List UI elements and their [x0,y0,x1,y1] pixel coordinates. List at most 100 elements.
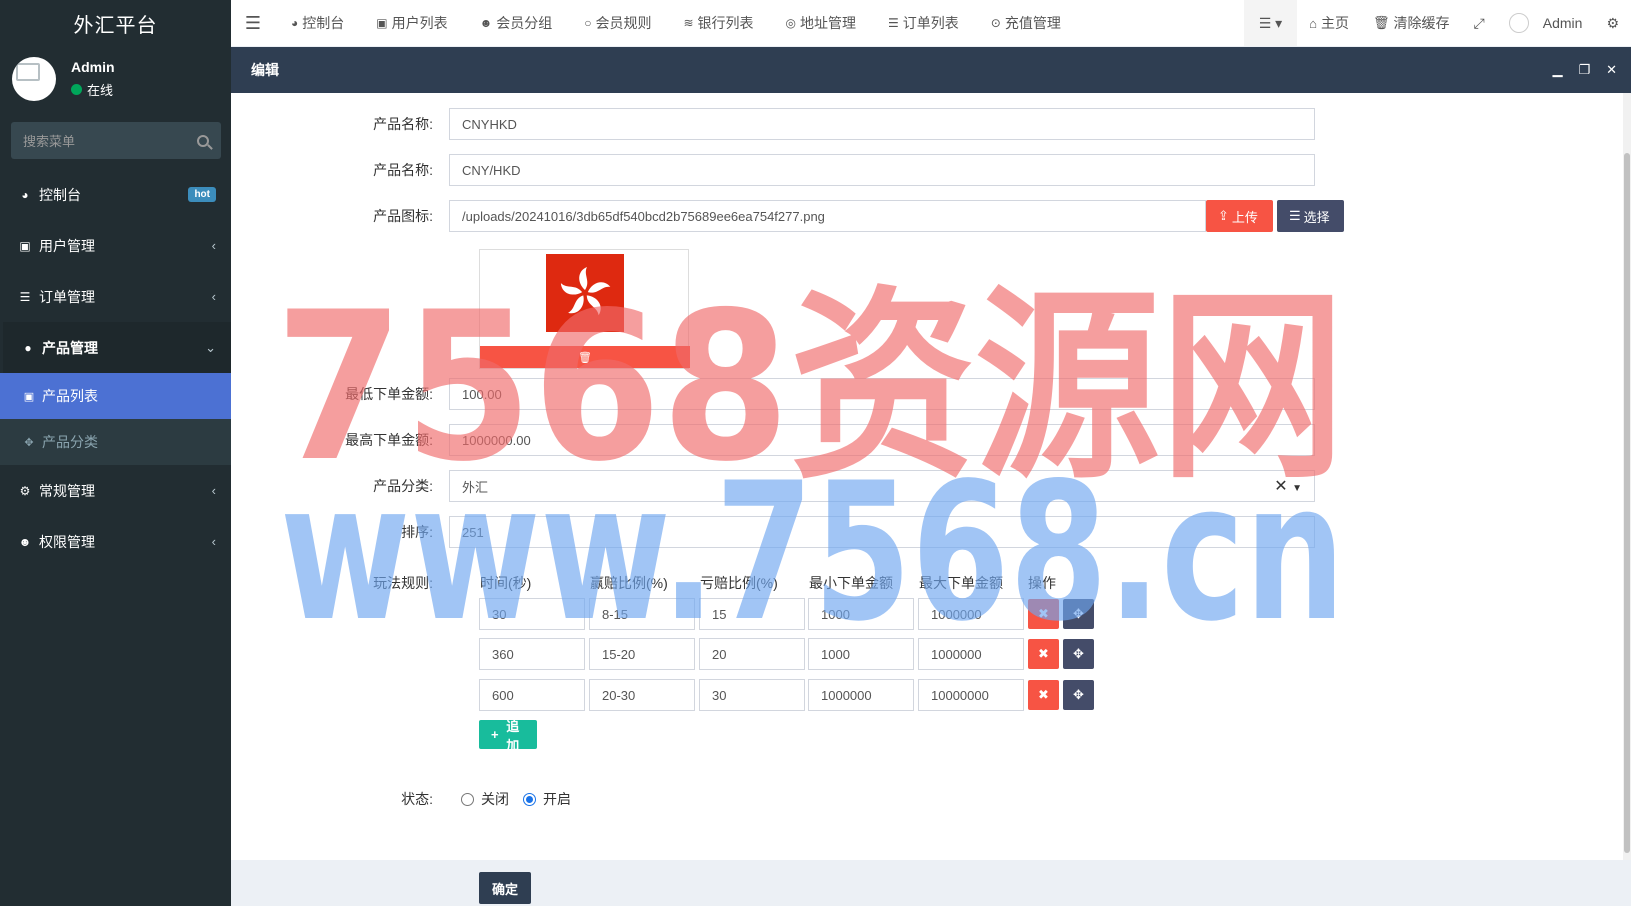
delete-rule-button[interactable]: ✖ [1028,680,1059,710]
tab-dashboard[interactable]: ◕ 控制台 [275,0,360,46]
category-select[interactable]: 外汇 ✕ ▼ [449,470,1315,502]
tab-member-group[interactable]: ☻ 会员分组 [464,0,569,46]
tab-label: 订单列表 [902,15,959,31]
home-button[interactable]: ⌂ 主页 [1297,0,1361,46]
sidebar-search-placeholder[interactable]: 搜索菜单 [23,131,75,150]
drag-rule-handle[interactable]: ✥ [1063,680,1094,710]
avatar [12,57,56,101]
rules-header-min-order: 最小下单金额 [809,575,893,591]
list-icon: ☰ [888,16,899,30]
status-on-label: 开启 [543,791,571,807]
recharge-icon: ⊙ [990,16,1001,30]
sidebar-search[interactable]: 搜索菜单 [11,122,221,159]
delete-rule-button[interactable]: ✖ [1028,639,1059,669]
row-product-title: 产品名称: CNY/HKD [231,154,1315,186]
sidebar-item-users[interactable]: ▣ 用户管理 ‹ [0,220,231,271]
form-label: 产品图标: [373,208,433,224]
menu-icon: ☰ ▾ [1258,14,1283,31]
upload-button[interactable]: ⇪ 上传 [1206,200,1273,232]
chevron-left-icon: ‹ [211,483,216,498]
tab-order-list[interactable]: ☰ 订单列表 [872,0,975,46]
drag-rule-handle[interactable]: ✥ [1063,639,1094,669]
sidebar-item-product-category[interactable]: ✥ 产品分类 [0,419,231,465]
min-amount-input[interactable]: 100.00 [449,378,1315,410]
radio-off[interactable] [461,792,474,806]
tab-label: 会员分组 [496,15,553,31]
rule-time-input[interactable]: 600 [479,679,585,711]
sidebar-toggle-icon[interactable]: ☰ [231,13,275,34]
search-icon[interactable] [197,134,209,147]
tab-recharge[interactable]: ⊙ 充值管理 [975,0,1077,46]
form-label: 最高下单金额: [345,432,433,448]
sidebar-item-label: 订单管理 [39,288,95,305]
sidebar-item-dashboard[interactable]: ◕ 控制台 hot [0,169,231,220]
add-rule-button[interactable]: + 追加 [479,719,537,753]
rule-win-ratio-input[interactable]: 20-30 [589,679,695,711]
sidebar-item-orders[interactable]: ☰ 订单管理 ‹ [0,271,231,322]
tab-member-rules[interactable]: ○ 会员规则 [568,0,667,46]
rule-loss-ratio-input[interactable]: 30 [699,679,805,711]
sidebar-item-label: 产品管理 [42,339,98,356]
clear-cache-button[interactable]: 🗑 清除缓存 [1361,0,1462,46]
top-nav: ☰ ◕ 控制台 ▣ 用户列表 ☻ 会员分组 ○ 会员规则 ≋ 银行列表 ◎ 地址管理 ☰ 订单… [231,0,1631,46]
rule-max-order-input[interactable]: 1000000 [918,598,1024,630]
confirm-button[interactable]: 确定 [479,872,531,904]
status-on-radio[interactable]: 开启 [523,789,571,809]
product-title-input[interactable]: CNY/HKD [449,154,1315,186]
online-dot-icon [71,84,82,95]
rules-header-win-ratio: 赢赔比例(%) [590,575,668,591]
maximize-icon[interactable]: ❐ [1578,62,1590,78]
product-icon-input[interactable]: /uploads/20241016/3db65df540bcd2b75689ee… [449,200,1206,232]
rule-max-order-input[interactable]: 10000000 [918,679,1024,711]
fullscreen-button[interactable]: ⤢ [1462,0,1497,46]
tabs-menu-button[interactable]: ☰ ▾ [1243,0,1298,46]
chevron-left-icon: ‹ [211,238,216,253]
database-icon: ≋ [683,16,694,30]
rule-win-ratio-input[interactable]: 15-20 [589,638,695,670]
row-category: 产品分类: 外汇 ✕ ▼ [231,470,1315,502]
rules-header-max-order: 最大下单金额 [919,575,1003,591]
scrollbar-thumb[interactable] [1624,153,1630,853]
radio-on[interactable] [523,792,536,806]
close-icon[interactable]: ✕ [1606,62,1617,78]
dashboard-icon: ◕ [21,187,29,202]
rule-loss-ratio-input[interactable]: 20 [699,638,805,670]
sidebar-item-product-list[interactable]: ▣ 产品列表 [0,373,231,419]
max-amount-input[interactable]: 1000000.00 [449,424,1315,456]
rule-time-input[interactable]: 30 [479,598,585,630]
tab-bank-list[interactable]: ≋ 银行列表 [667,0,769,46]
dashboard-icon: ◕ [291,16,299,30]
admin-menu[interactable]: Admin [1497,0,1595,46]
rule-loss-ratio-input[interactable]: 15 [699,598,805,630]
product-name-input[interactable]: CNYHKD [449,108,1315,140]
settings-button[interactable]: ⚙ [1594,0,1631,46]
user-status: 在线 [71,80,115,99]
cogs-icon: ⚙ [19,483,31,498]
sort-input[interactable]: 251 [449,516,1315,548]
status-off-radio[interactable]: 关闭 [461,789,509,809]
rule-win-ratio-input[interactable]: 8-15 [589,598,695,630]
delete-image-button[interactable]: 🗑 [480,346,690,368]
app-logo[interactable]: 外汇平台 [0,0,231,46]
user-icon: ▣ [376,16,388,30]
rules-label: 玩法规则: [373,575,433,591]
rule-max-order-input[interactable]: 1000000 [918,638,1024,670]
minimize-icon[interactable]: ▁ [1552,62,1562,78]
row-min-amount: 最低下单金额: 100.00 [231,378,1315,410]
close-icon: ✖ [1038,606,1049,621]
choose-button[interactable]: ☰ 选择 [1277,200,1344,232]
modal-scrollbar[interactable] [1623,93,1631,860]
tab-address[interactable]: ◎ 地址管理 [770,0,872,46]
sidebar-item-permissions[interactable]: ☻ 权限管理 ‹ [0,516,231,567]
products-submenu: ▣ 产品列表 ✥ 产品分类 [0,373,231,465]
rule-min-order-input[interactable]: 1000 [808,598,914,630]
drag-rule-handle[interactable]: ✥ [1063,599,1094,629]
sidebar-item-general[interactable]: ⚙ 常规管理 ‹ [0,465,231,516]
rule-time-input[interactable]: 360 [479,638,585,670]
rule-min-order-input[interactable]: 1000000 [808,679,914,711]
delete-rule-button[interactable]: ✖ [1028,599,1059,629]
rule-min-order-input[interactable]: 1000 [808,638,914,670]
sidebar-item-products[interactable]: ● 产品管理 ⌄ [0,322,231,373]
tab-user-list[interactable]: ▣ 用户列表 [360,0,463,46]
clear-select-icon[interactable]: ✕ ▼ [1274,476,1302,496]
